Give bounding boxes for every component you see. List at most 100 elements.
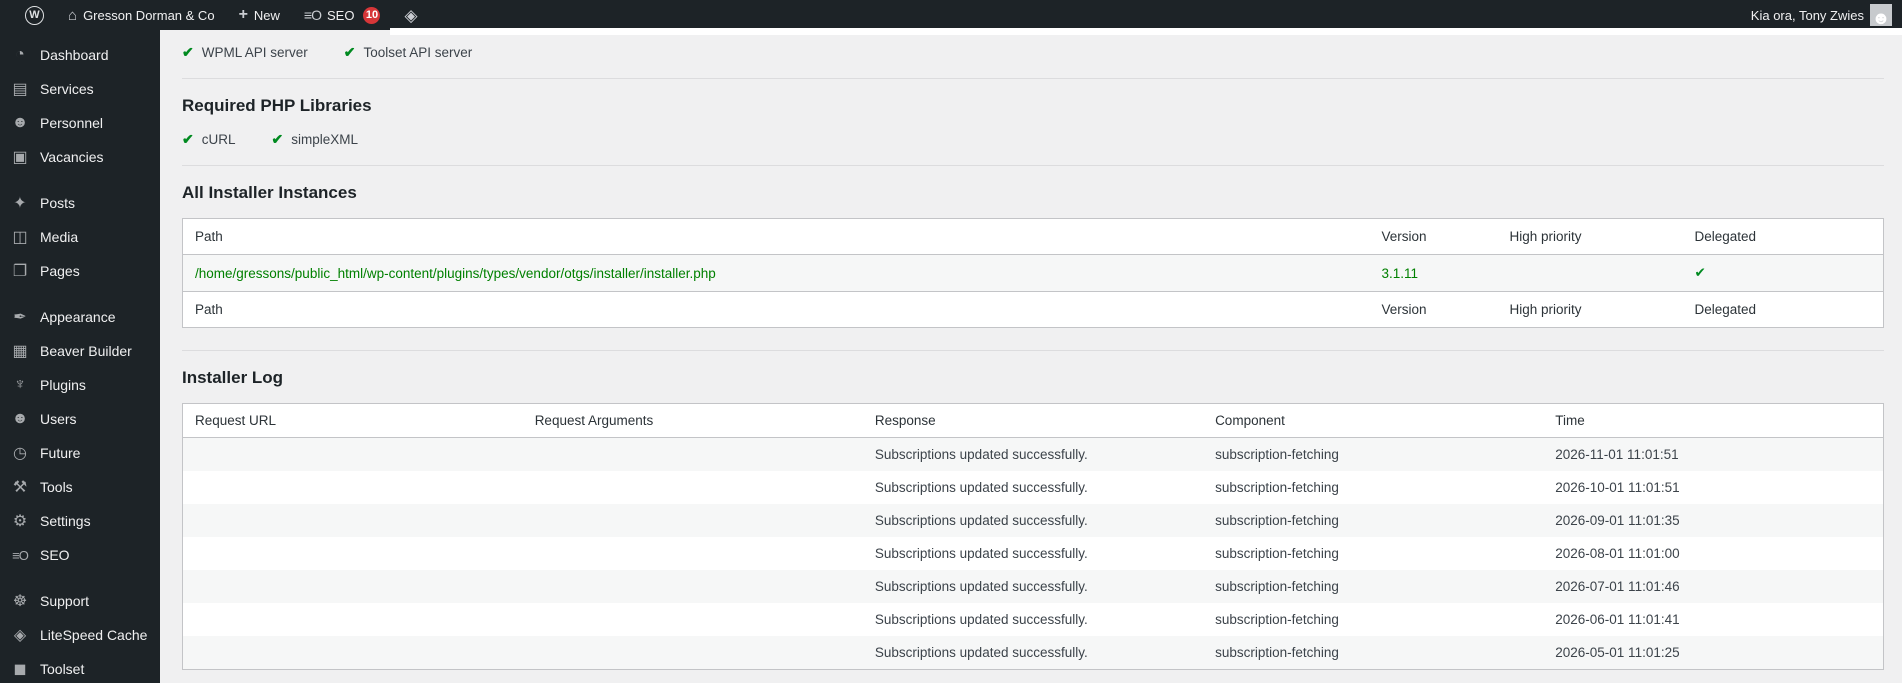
log-response: Subscriptions updated successfully. bbox=[874, 447, 1088, 462]
wordpress-menu-button[interactable]: W bbox=[14, 0, 55, 30]
php-libraries-title: Required PHP Libraries bbox=[182, 96, 372, 115]
installer-high-priority-value bbox=[1498, 255, 1683, 292]
log-request-url bbox=[183, 603, 523, 636]
site-name-link[interactable]: ⌂ Gresson Dorman & Co bbox=[57, 0, 226, 30]
check-icon: ✔ bbox=[271, 131, 284, 147]
log-request-arguments bbox=[523, 471, 863, 504]
sidebar-item-support[interactable]: ☸ Support bbox=[0, 584, 160, 618]
sidebar-item-litespeed-cache[interactable]: ◈ LiteSpeed Cache bbox=[0, 618, 160, 652]
column-footer-high-priority: High priority bbox=[1497, 291, 1683, 328]
sliders-icon: ⚙ bbox=[12, 513, 28, 530]
check-label: cURL bbox=[201, 132, 236, 147]
simplexml-check: ✔ simpleXML bbox=[272, 131, 359, 148]
sidebar-item-label: Beaver Builder bbox=[40, 343, 132, 359]
log-response: Subscriptions updated successfully. bbox=[874, 645, 1088, 660]
sidebar-item-media[interactable]: ◫ Media bbox=[0, 220, 160, 254]
sidebar-item-label: Support bbox=[40, 593, 90, 609]
log-request-url bbox=[183, 570, 523, 603]
section-divider bbox=[182, 165, 1884, 166]
sidebar-item-plugins[interactable]: ♆ Plugins bbox=[0, 368, 160, 402]
log-request-arguments bbox=[523, 636, 863, 670]
installer-log-title: Installer Log bbox=[182, 368, 284, 387]
table-header-row: Request URL Request Arguments Response C… bbox=[182, 403, 1884, 438]
sidebar-item-tools[interactable]: ⚒ Tools bbox=[0, 470, 160, 504]
admin-bar: W ⌂ Gresson Dorman & Co + New ≡O SEO 10 … bbox=[0, 0, 1902, 30]
log-table-row: Subscriptions updated successfully. subs… bbox=[182, 504, 1884, 537]
sidebar-item-future[interactable]: ◷ Future bbox=[0, 436, 160, 470]
column-header-high-priority: High priority bbox=[1497, 218, 1683, 255]
main-content: ✔ WPML API server ✔ Toolset API server R… bbox=[160, 30, 1902, 670]
people-icon: ☻ bbox=[11, 114, 29, 131]
column-footer-path: Path bbox=[182, 291, 1370, 328]
sidebar-item-beaver-builder[interactable]: ▦ Beaver Builder bbox=[0, 334, 160, 368]
log-time: 2026-11-01 11:01:51 bbox=[1555, 447, 1679, 462]
pages-icon: ❐ bbox=[12, 263, 28, 280]
check-icon: ✔ bbox=[182, 44, 194, 60]
sidebar-item-label: Vacancies bbox=[40, 149, 104, 165]
check-label: simpleXML bbox=[291, 132, 359, 147]
column-header-component: Component bbox=[1203, 403, 1544, 438]
check-icon: ✔ bbox=[343, 44, 356, 60]
log-component: subscription-fetching bbox=[1215, 546, 1339, 561]
column-header-response: Response bbox=[862, 403, 1204, 438]
camera-icon: ◫ bbox=[12, 229, 28, 246]
sidebar-item-settings[interactable]: ⚙ Settings bbox=[0, 504, 160, 538]
log-component: subscription-fetching bbox=[1215, 579, 1339, 594]
sidebar-item-seo[interactable]: ≡O SEO bbox=[0, 538, 160, 572]
seo-icon: ≡O bbox=[12, 547, 29, 563]
log-response: Subscriptions updated successfully. bbox=[874, 612, 1088, 627]
paintbrush-icon: ✒ bbox=[13, 309, 27, 326]
check-label: WPML API server bbox=[201, 45, 308, 60]
sidebar-item-appearance[interactable]: ✒ Appearance bbox=[0, 300, 160, 334]
menu-group-site: ✒ Appearance ▦ Beaver Builder ♆ Plugins … bbox=[0, 300, 160, 572]
log-response: Subscriptions updated successfully. bbox=[874, 579, 1088, 594]
log-table-row: Subscriptions updated successfully. subs… bbox=[182, 603, 1884, 636]
sidebar-item-personnel[interactable]: ☻ Personnel bbox=[0, 106, 160, 140]
log-component: subscription-fetching bbox=[1215, 447, 1339, 462]
log-component: subscription-fetching bbox=[1215, 645, 1339, 660]
sidebar-item-label: Settings bbox=[40, 513, 91, 529]
new-label: New bbox=[253, 7, 280, 23]
sidebar-item-vacancies[interactable]: ▣ Vacancies bbox=[0, 140, 160, 174]
log-response: Subscriptions updated successfully. bbox=[874, 513, 1088, 528]
installer-log-table: Request URL Request Arguments Response C… bbox=[182, 403, 1884, 670]
sidebar-item-label: Users bbox=[40, 411, 77, 427]
sidebar-item-label: Services bbox=[40, 81, 94, 97]
sidebar-item-posts[interactable]: ✦ Posts bbox=[0, 186, 160, 220]
log-request-arguments bbox=[523, 603, 863, 636]
installer-version-value: 3.1.11 bbox=[1381, 265, 1419, 281]
sidebar-item-dashboard[interactable]: ◔ Dashboard bbox=[0, 38, 160, 72]
toolbox-icon: ◼ bbox=[13, 661, 27, 678]
log-response: Subscriptions updated successfully. bbox=[874, 480, 1088, 495]
log-time: 2026-07-01 11:01:46 bbox=[1555, 579, 1680, 594]
log-response: Subscriptions updated successfully. bbox=[874, 546, 1088, 561]
plus-icon: + bbox=[238, 6, 248, 23]
column-footer-delegated: Delegated bbox=[1682, 291, 1884, 328]
new-content-button[interactable]: + New bbox=[228, 0, 291, 30]
sidebar-item-label: Dashboard bbox=[40, 47, 109, 63]
account-menu-button[interactable]: Kia ora, Tony Zwies ☻ bbox=[1740, 0, 1892, 30]
menu-group-plugins: ☸ Support ◈ LiteSpeed Cache ◼ Toolset bbox=[0, 584, 160, 683]
log-component: subscription-fetching bbox=[1215, 612, 1339, 627]
site-name-label: Gresson Dorman & Co bbox=[83, 7, 215, 23]
layout-grid-icon: ▦ bbox=[12, 343, 28, 360]
sidebar-item-users[interactable]: ☻ Users bbox=[0, 402, 160, 436]
avatar: ☻ bbox=[1870, 4, 1892, 26]
seo-icon: ≡O bbox=[303, 7, 322, 23]
sidebar-item-pages[interactable]: ❐ Pages bbox=[0, 254, 160, 288]
sidebar-item-services[interactable]: ▤ Services bbox=[0, 72, 160, 106]
account-greeting-label: Kia ora, Tony Zwies bbox=[1750, 7, 1864, 23]
sidebar-item-label: Appearance bbox=[40, 309, 116, 325]
log-table-row: Subscriptions updated successfully. subs… bbox=[182, 570, 1884, 603]
api-server-checks: ✔ WPML API server ✔ Toolset API server bbox=[182, 44, 1884, 61]
column-header-request-url: Request URL bbox=[182, 403, 523, 438]
check-icon: ✔ bbox=[182, 131, 194, 147]
column-header-version: Version bbox=[1369, 218, 1498, 255]
column-header-path: Path bbox=[182, 218, 1370, 255]
litespeed-menu-button[interactable]: ◈ bbox=[393, 0, 428, 30]
log-time: 2026-08-01 11:01:00 bbox=[1555, 546, 1680, 561]
log-time: 2026-10-01 11:01:51 bbox=[1555, 480, 1680, 495]
seo-menu-button[interactable]: ≡O SEO 10 bbox=[293, 0, 392, 30]
sidebar-item-toolset[interactable]: ◼ Toolset bbox=[0, 652, 160, 683]
sidebar-item-label: Future bbox=[40, 445, 81, 461]
